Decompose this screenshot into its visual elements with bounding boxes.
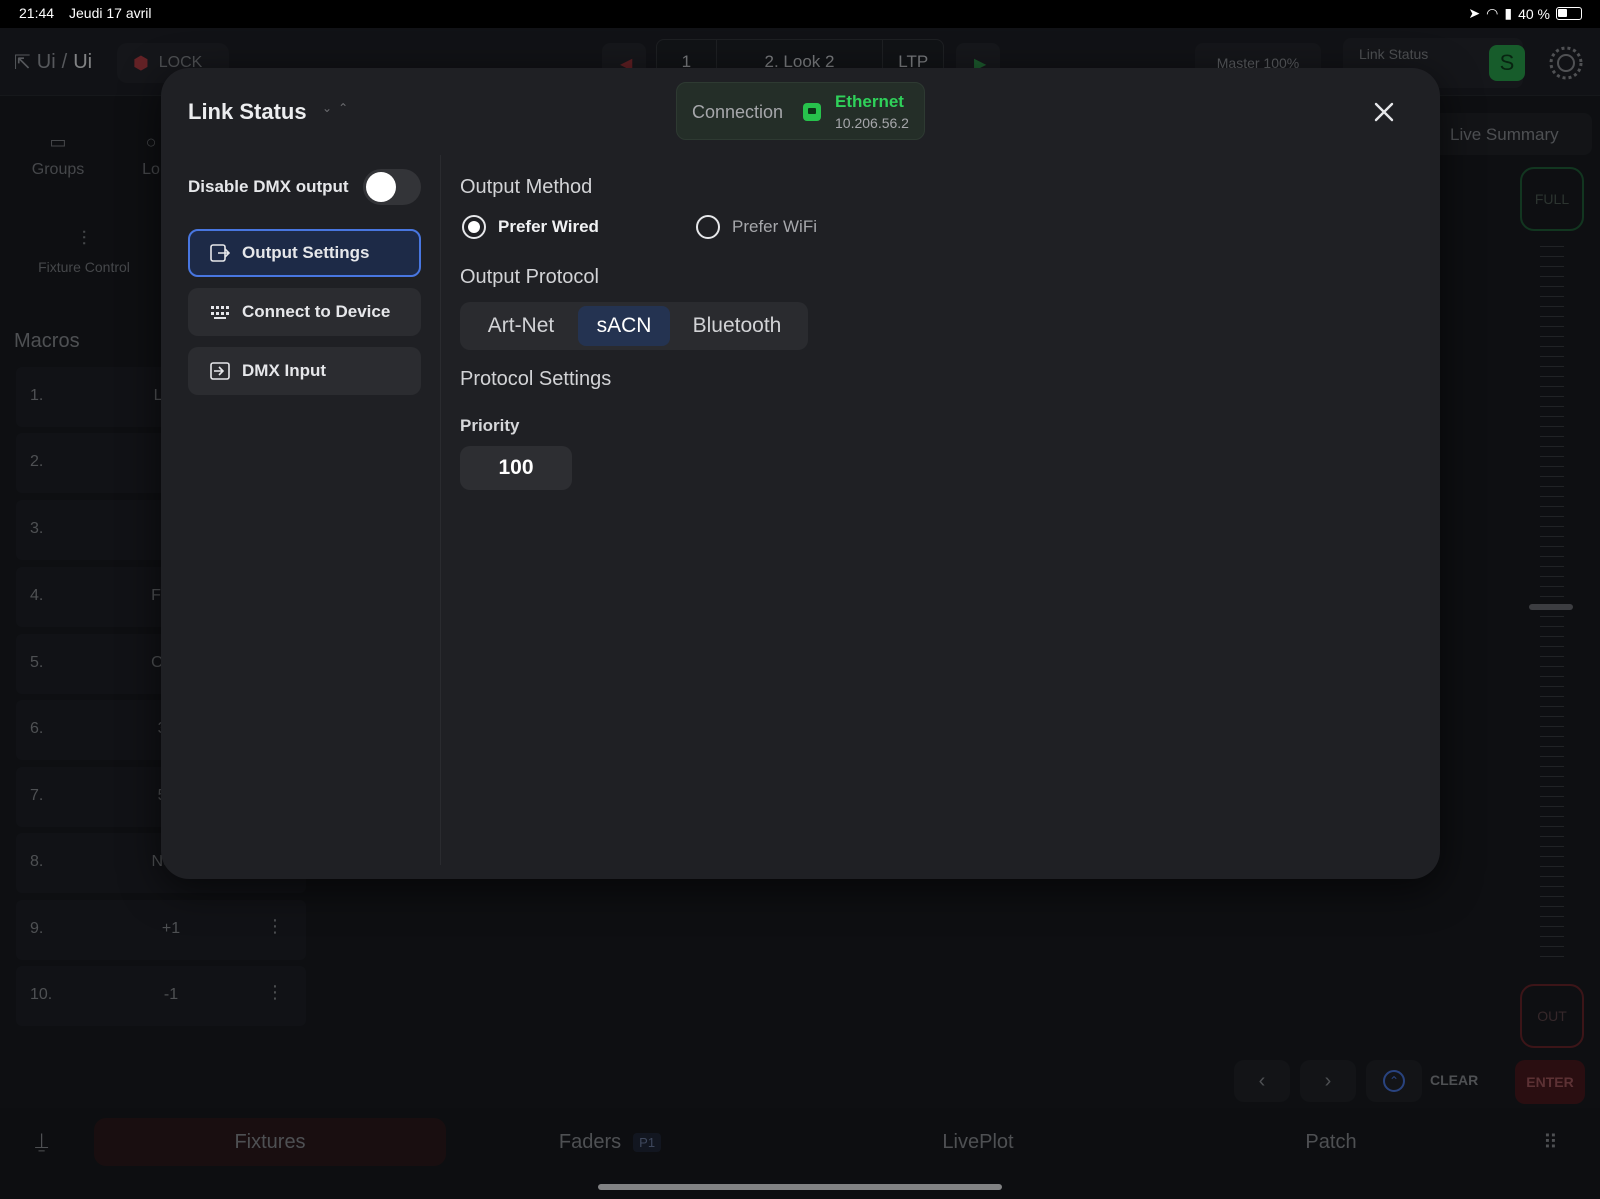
connection-indicator: Connection Ethernet 10.206.56.2	[676, 82, 925, 140]
ethernet-icon	[803, 103, 821, 121]
output-method-title: Output Method	[460, 176, 593, 198]
output-icon	[210, 244, 230, 262]
location-icon: ➤	[1468, 5, 1481, 21]
radio-label: Prefer WiFi	[732, 217, 817, 236]
status-time: 21:44	[19, 5, 55, 21]
input-icon	[210, 362, 230, 380]
nav-output-settings[interactable]: Output Settings	[188, 229, 421, 277]
status-date: Jeudi 17 avril	[69, 5, 152, 21]
protocol-segmented-control: Art-Net sACN Bluetooth	[460, 302, 808, 350]
divider	[440, 155, 441, 865]
battery-percent: 40 %	[1518, 5, 1550, 22]
toggle-knob	[366, 172, 396, 202]
lock-rotation-icon: ▮	[1504, 5, 1513, 21]
disable-dmx-label: Disable DMX output	[188, 177, 349, 196]
radio-selected-icon	[462, 215, 486, 239]
protocol-artnet[interactable]: Art-Net	[464, 306, 578, 346]
nav-label: Output Settings	[242, 243, 370, 262]
link-status-modal	[161, 68, 1440, 879]
close-icon[interactable]	[1369, 97, 1399, 127]
radio-prefer-wired[interactable]: Prefer Wired	[462, 215, 599, 239]
collapse-expand-icon[interactable]: ⌄ ⌃	[322, 102, 348, 114]
device-grid-icon	[210, 305, 230, 319]
protocol-sacn[interactable]: sACN	[578, 306, 670, 346]
connection-ip: 10.206.56.2	[835, 115, 909, 131]
output-protocol-title: Output Protocol	[460, 266, 599, 288]
radio-unselected-icon	[696, 215, 720, 239]
wifi-icon: ◠	[1486, 5, 1499, 21]
battery-icon	[1556, 7, 1582, 20]
modal-title: Link Status	[188, 99, 307, 124]
connection-type: Ethernet	[835, 92, 904, 111]
protocol-settings-title: Protocol Settings	[460, 368, 612, 390]
radio-label: Prefer Wired	[498, 217, 599, 236]
nav-dmx-input[interactable]: DMX Input	[188, 347, 421, 395]
disable-dmx-toggle[interactable]	[363, 169, 421, 205]
radio-prefer-wifi[interactable]: Prefer WiFi	[696, 215, 817, 239]
nav-label: Connect to Device	[242, 302, 391, 321]
protocol-bluetooth[interactable]: Bluetooth	[670, 306, 804, 346]
nav-label: DMX Input	[242, 361, 327, 380]
status-indicators: ➤ ◠ ▮ 40 %	[1468, 5, 1582, 22]
connection-label: Connection	[692, 102, 784, 122]
status-bar: 21:44 Jeudi 17 avril ➤ ◠ ▮ 40 %	[0, 0, 1600, 28]
priority-label: Priority	[460, 416, 520, 435]
nav-connect-to-device[interactable]: Connect to Device	[188, 288, 421, 336]
priority-input[interactable]: 100	[460, 446, 572, 490]
